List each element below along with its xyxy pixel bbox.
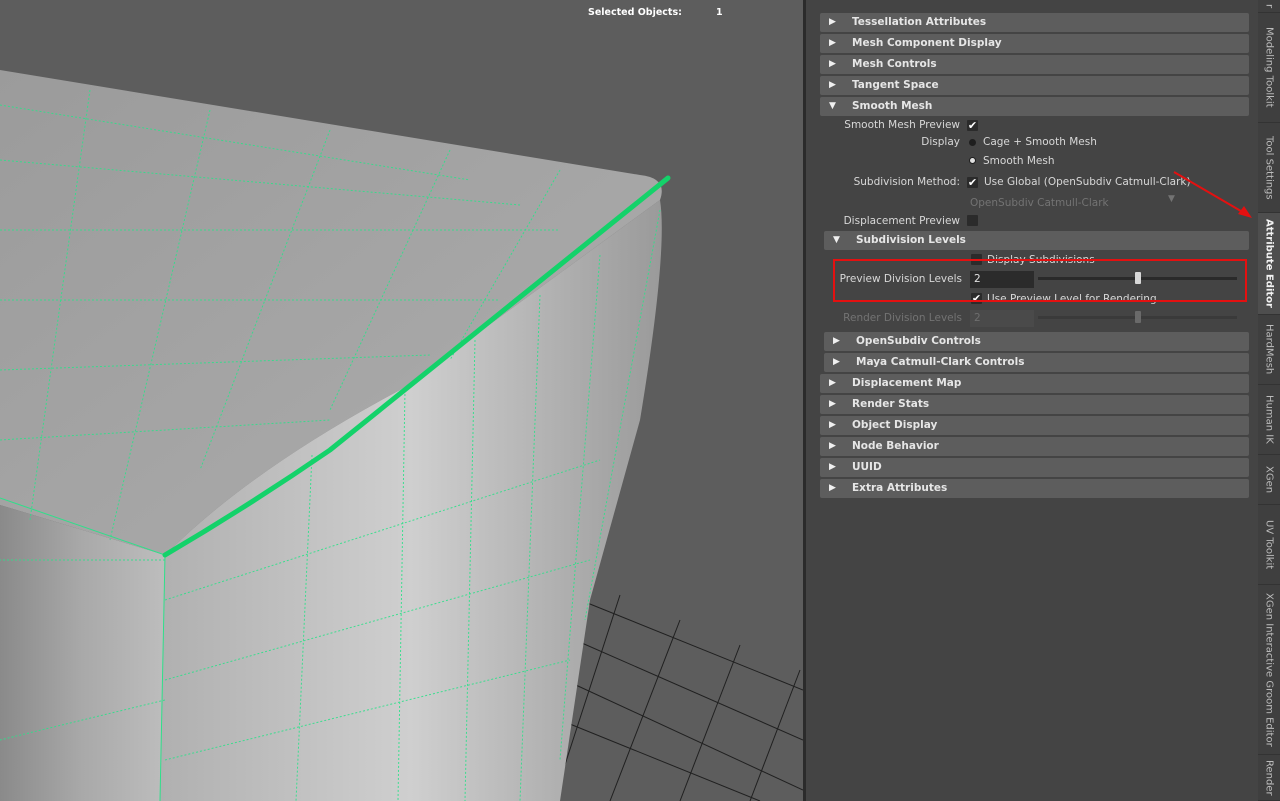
section-smooth-mesh[interactable]: ▼ Smooth Mesh: [820, 97, 1249, 116]
display-option-smooth: Smooth Mesh: [983, 155, 1055, 167]
ground-grid: [559, 594, 803, 801]
render-division-levels-input[interactable]: 2: [970, 310, 1034, 327]
displacement-preview-label: Displacement Preview: [843, 215, 960, 227]
expanded-triangle-icon: ▼: [829, 101, 836, 111]
display-radio-cage-smooth[interactable]: [969, 139, 976, 146]
cube-front-face: [0, 505, 165, 801]
smooth-mesh-preview-checkbox[interactable]: ✔: [967, 120, 978, 131]
hud-selected-objects-count: 1: [716, 7, 723, 18]
display-option-cage-smooth: Cage + Smooth Mesh: [983, 136, 1097, 148]
viewport-scene[interactable]: [0, 0, 803, 801]
section-displacement-map[interactable]: ▶ Displacement Map: [820, 374, 1249, 393]
section-subdivision-levels[interactable]: ▼ Subdivision Levels: [824, 231, 1249, 250]
collapsed-triangle-icon: ▶: [829, 378, 836, 388]
collapsed-triangle-icon: ▶: [829, 80, 836, 90]
collapsed-triangle-icon: ▶: [829, 462, 836, 472]
collapsed-triangle-icon: ▶: [829, 59, 836, 69]
render-division-slider-handle[interactable]: [1135, 311, 1141, 323]
use-global-checkbox[interactable]: ✔: [967, 177, 978, 188]
section-tangent-space[interactable]: ▶ Tangent Space: [820, 76, 1249, 95]
collapsed-triangle-icon: ▶: [829, 483, 836, 493]
tab-attribute-editor[interactable]: Attribute Editor: [1258, 213, 1280, 315]
collapsed-triangle-icon: ▶: [829, 441, 836, 451]
section-node-behavior[interactable]: ▶ Node Behavior: [820, 437, 1249, 456]
section-mesh-component-display[interactable]: ▶ Mesh Component Display: [820, 34, 1249, 53]
tab-human-ik[interactable]: Human IK: [1258, 385, 1280, 455]
collapsed-triangle-icon: ▶: [833, 357, 840, 367]
vertical-tab-strip: r Modeling Toolkit Tool Settings Attribu…: [1258, 0, 1280, 801]
display-label: Display: [921, 136, 960, 148]
section-mesh-controls[interactable]: ▶ Mesh Controls: [820, 55, 1249, 74]
tab-xgen[interactable]: XGen: [1258, 455, 1280, 505]
hud-selected-objects-label: Selected Objects:: [588, 7, 682, 18]
section-maya-catmull-clark-controls[interactable]: ▶ Maya Catmull-Clark Controls: [824, 353, 1249, 372]
section-render-stats[interactable]: ▶ Render Stats: [820, 395, 1249, 414]
section-tessellation-attributes[interactable]: ▶ Tessellation Attributes: [820, 13, 1249, 32]
section-opensubdiv-controls[interactable]: ▶ OpenSubdiv Controls: [824, 332, 1249, 351]
tab-modeling-toolkit[interactable]: Modeling Toolkit: [1258, 13, 1280, 123]
section-uuid[interactable]: ▶ UUID: [820, 458, 1249, 477]
attribute-editor-panel: ▶ Tessellation Attributes ▶ Mesh Compone…: [806, 0, 1258, 801]
smooth-mesh-preview-label: Smooth Mesh Preview: [844, 119, 960, 131]
subdivision-method-label: Subdivision Method:: [853, 176, 960, 188]
tab-tool-settings[interactable]: Tool Settings: [1258, 123, 1280, 213]
tab-hardmesh[interactable]: HardMesh: [1258, 315, 1280, 385]
subdivision-method-dropdown[interactable]: OpenSubdiv Catmull-Clark: [970, 197, 1109, 209]
annotation-arrow-icon: [1173, 171, 1252, 218]
collapsed-triangle-icon: ▶: [833, 336, 840, 346]
section-extra-attributes[interactable]: ▶ Extra Attributes: [820, 479, 1249, 498]
highlight-annotation-box: [833, 259, 1247, 302]
section-object-display[interactable]: ▶ Object Display: [820, 416, 1249, 435]
collapsed-triangle-icon: ▶: [829, 38, 836, 48]
use-global-label: Use Global (OpenSubdiv Catmull-Clark): [984, 176, 1191, 188]
render-division-levels-label: Render Division Levels: [843, 312, 962, 324]
display-radio-smooth[interactable]: [969, 157, 976, 164]
tab-xgen-interactive-groom-editor[interactable]: XGen Interactive Groom Editor: [1258, 585, 1280, 755]
collapsed-triangle-icon: ▶: [829, 399, 836, 409]
displacement-preview-checkbox[interactable]: [967, 215, 978, 226]
tab-top-cut[interactable]: r: [1258, 0, 1280, 13]
tab-uv-toolkit[interactable]: UV Toolkit: [1258, 505, 1280, 585]
collapsed-triangle-icon: ▶: [829, 17, 836, 27]
expanded-triangle-icon: ▼: [833, 235, 840, 245]
tab-render[interactable]: Render: [1258, 755, 1280, 801]
viewport[interactable]: Selected Objects: 1: [0, 0, 803, 801]
collapsed-triangle-icon: ▶: [829, 420, 836, 430]
